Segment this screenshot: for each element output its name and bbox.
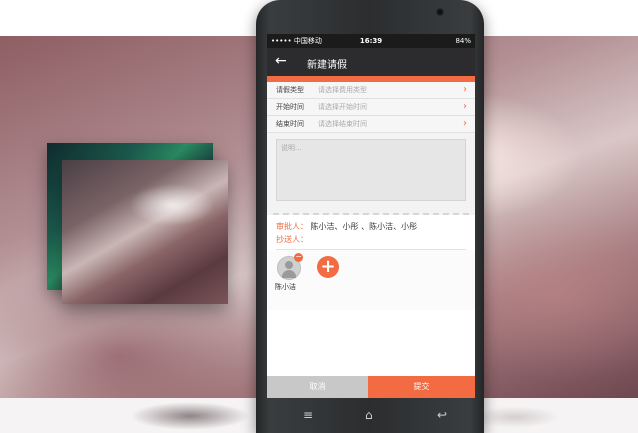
cc-label: 抄送人：: [276, 235, 308, 244]
user-icon-body: [282, 270, 296, 278]
user-icon: [285, 261, 293, 269]
leave-type-label: 请假类型: [276, 86, 304, 94]
start-time-placeholder: 请选择开始时间: [318, 103, 367, 111]
add-cc-button[interactable]: +: [317, 256, 339, 278]
approvers-label: 审批人：: [276, 222, 308, 231]
remove-badge-icon[interactable]: −: [294, 253, 303, 262]
phone-screen: ••••• 中国移动 16:39 84% ← 新建请假 请假类型 请选择费用类型…: [267, 34, 475, 398]
note-textarea[interactable]: 说明...: [276, 139, 466, 201]
status-time: 16:39: [359, 37, 383, 45]
people-section: 审批人： 陈小洁、小彤 、陈小洁、小彤 抄送人：: [267, 215, 475, 250]
start-time-row[interactable]: 开始时间 请选择开始时间 ›: [267, 99, 475, 116]
camera-icon: [436, 8, 444, 16]
back-icon[interactable]: ↩: [437, 408, 447, 422]
chevron-right-icon: ›: [463, 101, 467, 112]
cc-person-name: 陈小洁: [275, 283, 296, 291]
leave-type-placeholder: 请选择费用类型: [318, 86, 367, 94]
dashed-divider: [273, 205, 469, 215]
photo-card-front: [62, 160, 228, 304]
action-bar: 取消 提交: [267, 376, 475, 398]
leave-type-row[interactable]: 请假类型 请选择费用类型 ›: [267, 82, 475, 99]
phone-device: ••••• 中国移动 16:39 84% ← 新建请假 请假类型 请选择费用类型…: [256, 0, 484, 433]
cc-line: 抄送人：: [276, 233, 466, 246]
menu-icon[interactable]: ≡: [303, 408, 313, 422]
leave-form: 请假类型 请选择费用类型 › 开始时间 请选择开始时间 › 结束时间 请选择结束…: [267, 82, 475, 215]
chevron-right-icon: ›: [463, 118, 467, 129]
start-time-label: 开始时间: [276, 103, 304, 111]
page-title: 新建请假: [307, 60, 347, 71]
end-time-placeholder: 请选择结束时间: [318, 120, 367, 128]
back-arrow-icon[interactable]: ←: [275, 53, 287, 69]
status-bar: ••••• 中国移动 16:39 84%: [267, 34, 475, 48]
battery-level: 84%: [455, 37, 471, 45]
blur-shadow: [130, 402, 250, 430]
end-time-label: 结束时间: [276, 120, 304, 128]
submit-button[interactable]: 提交: [368, 376, 475, 398]
android-nav-keys: ≡ ⌂ ↩: [267, 400, 475, 433]
cc-people-list: − 陈小洁 +: [267, 250, 475, 310]
end-time-row[interactable]: 结束时间 请选择结束时间 ›: [267, 116, 475, 133]
app-header: ← 新建请假: [267, 48, 475, 82]
approvers-names[interactable]: 陈小洁、小彤 、陈小洁、小彤: [311, 222, 418, 231]
cancel-button[interactable]: 取消: [267, 376, 368, 398]
home-icon[interactable]: ⌂: [365, 408, 373, 422]
chevron-right-icon: ›: [463, 84, 467, 95]
approvers-line: 审批人： 陈小洁、小彤 、陈小洁、小彤: [276, 220, 466, 233]
